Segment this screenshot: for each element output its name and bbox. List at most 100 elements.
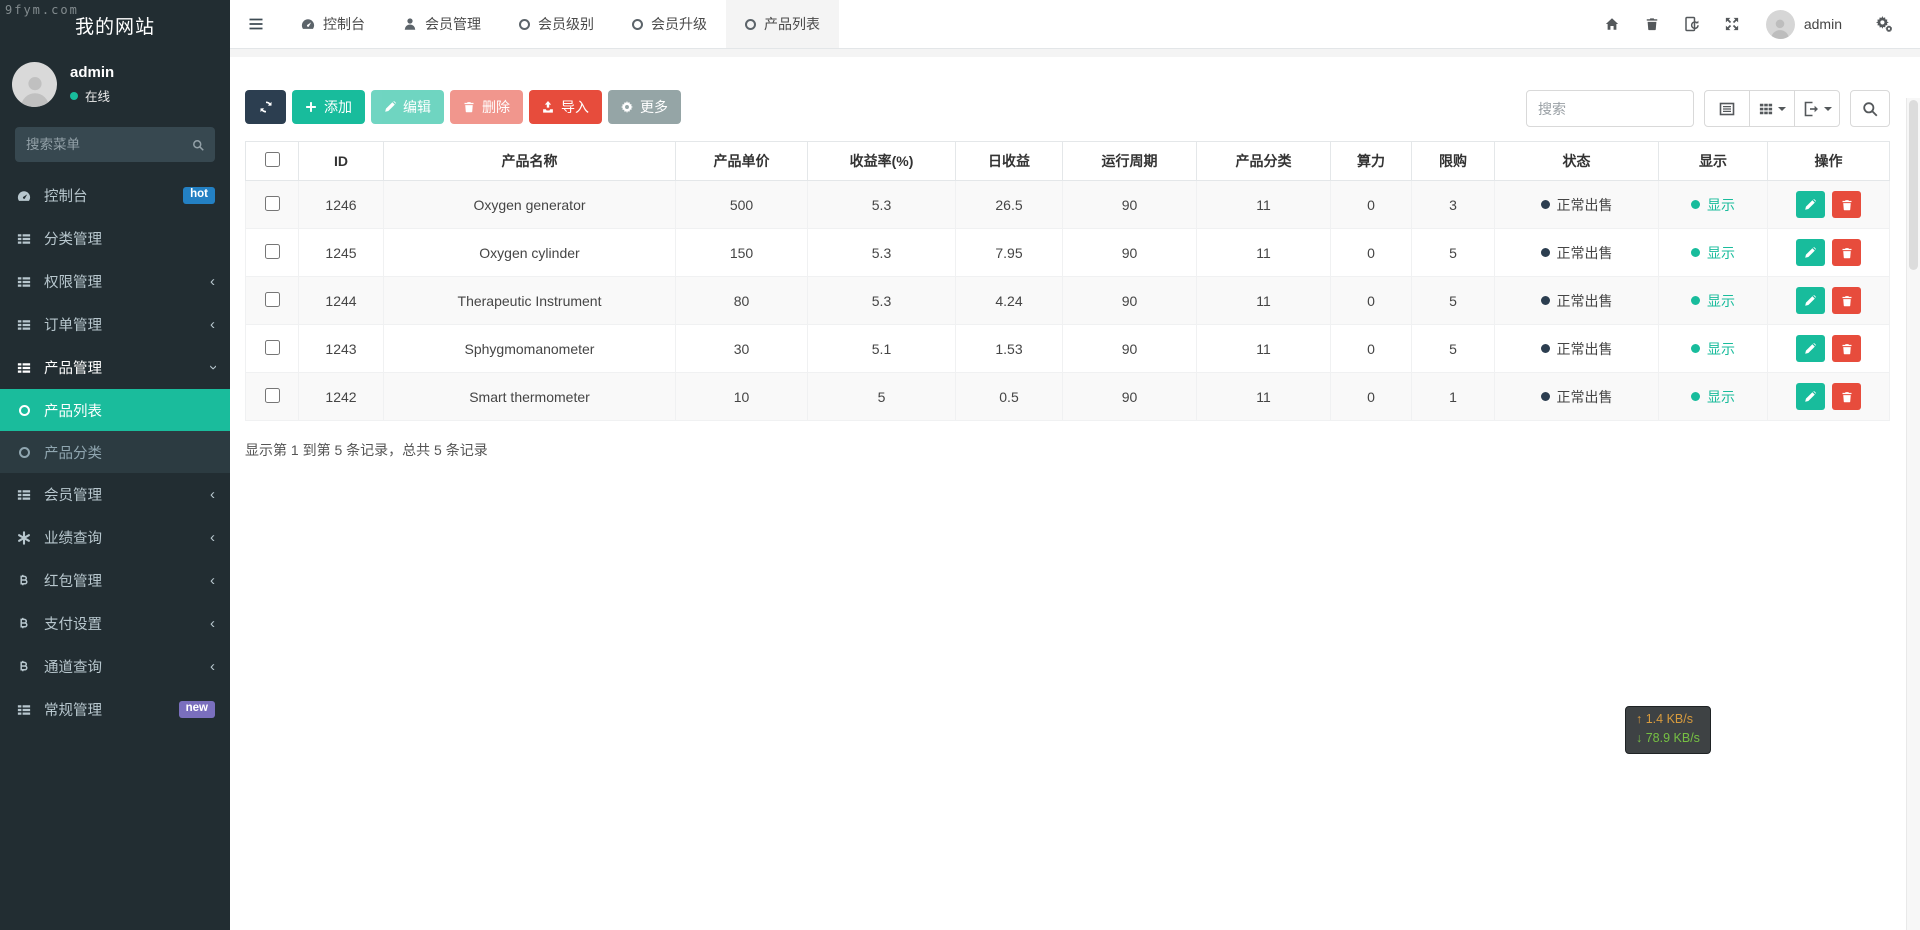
row-edit-button[interactable] xyxy=(1796,287,1825,314)
status-badge: 正常出售 xyxy=(1541,291,1613,311)
display-badge[interactable]: 显示 xyxy=(1691,195,1735,215)
detail-view-icon xyxy=(1719,101,1735,117)
sidebar-item-permission-mgmt[interactable]: 权限管理 ‹ xyxy=(0,260,230,303)
sidebar-item-product-category[interactable]: 产品分类 xyxy=(0,431,230,473)
sidebar-item-product-list[interactable]: 产品列表 xyxy=(0,389,230,431)
table-row: 1242 Smart thermometer 10 5 0.5 90 11 0 … xyxy=(246,373,1890,421)
row-checkbox[interactable] xyxy=(265,388,280,403)
column-header[interactable]: 显示 xyxy=(1659,142,1768,181)
chevron-down-icon: ‹ xyxy=(205,365,220,370)
column-header[interactable]: 日收益 xyxy=(956,142,1063,181)
cell-id: 1242 xyxy=(299,373,384,421)
cell-daily: 1.53 xyxy=(956,325,1063,373)
sidebar-item-category-mgmt[interactable]: 分类管理 xyxy=(0,217,230,260)
row-checkbox[interactable] xyxy=(265,340,280,355)
tab-member-level[interactable]: 会员级别 xyxy=(500,0,613,48)
status-dot-icon xyxy=(1541,344,1550,353)
avatar xyxy=(12,62,57,107)
column-header[interactable]: 算力 xyxy=(1331,142,1412,181)
row-checkbox[interactable] xyxy=(265,244,280,259)
row-edit-button[interactable] xyxy=(1796,239,1825,266)
tab-product-list[interactable]: 产品列表 xyxy=(726,0,839,48)
add-button[interactable]: 添加 xyxy=(292,90,365,124)
column-header[interactable]: 操作 xyxy=(1768,142,1890,181)
fullscreen-button[interactable] xyxy=(1712,0,1752,49)
settings-button[interactable] xyxy=(1864,0,1904,49)
row-delete-button[interactable] xyxy=(1832,287,1861,314)
table-row: 1244 Therapeutic Instrument 80 5.3 4.24 … xyxy=(246,277,1890,325)
sidebar-item-label: 产品列表 xyxy=(44,400,102,421)
sidebar-item-redpacket-mgmt[interactable]: 红包管理 ‹ xyxy=(0,559,230,602)
column-header[interactable]: 产品名称 xyxy=(384,142,676,181)
scrollbar[interactable] xyxy=(1906,98,1920,930)
columns-button[interactable] xyxy=(1749,90,1795,127)
column-header[interactable]: 产品分类 xyxy=(1197,142,1331,181)
column-header[interactable]: 运行周期 xyxy=(1063,142,1197,181)
row-checkbox[interactable] xyxy=(265,196,280,211)
sidebar-item-member-mgmt[interactable]: 会员管理 ‹ xyxy=(0,473,230,516)
tab-dashboard[interactable]: 控制台 xyxy=(282,0,384,48)
sidebar-item-label: 权限管理 xyxy=(44,271,102,292)
row-edit-button[interactable] xyxy=(1796,383,1825,410)
display-badge[interactable]: 显示 xyxy=(1691,291,1735,311)
sidebar-toggle-button[interactable] xyxy=(230,0,282,48)
cell-category: 11 xyxy=(1197,229,1331,277)
detail-view-button[interactable] xyxy=(1704,90,1750,127)
export-button[interactable] xyxy=(1794,90,1840,127)
trash-icon xyxy=(463,101,475,113)
table-search-input[interactable] xyxy=(1526,90,1694,127)
tab-member-mgmt[interactable]: 会员管理 xyxy=(384,0,500,48)
cell-name: Smart thermometer xyxy=(384,373,676,421)
column-header[interactable]: 产品单价 xyxy=(676,142,808,181)
search-submit-button[interactable] xyxy=(1850,90,1890,127)
navbar-avatar[interactable] xyxy=(1766,10,1795,39)
status-dot-icon xyxy=(1541,296,1550,305)
row-edit-button[interactable] xyxy=(1796,335,1825,362)
tab-label: 会员级别 xyxy=(538,14,594,34)
sidebar: 9fym.com 我的网站 admin 在线 控制台 hot 分类管理 xyxy=(0,0,230,930)
bitcoin-icon xyxy=(15,574,33,588)
delete-button[interactable]: 删除 xyxy=(450,90,523,124)
row-edit-button[interactable] xyxy=(1796,191,1825,218)
sidebar-item-performance-query[interactable]: 业绩查询 ‹ xyxy=(0,516,230,559)
column-header[interactable]: 收益率(%) xyxy=(808,142,956,181)
row-delete-button[interactable] xyxy=(1832,239,1861,266)
refresh-page-button[interactable] xyxy=(1672,0,1712,49)
menu-search-input[interactable] xyxy=(26,137,184,152)
row-delete-button[interactable] xyxy=(1832,383,1861,410)
cell-id: 1245 xyxy=(299,229,384,277)
row-checkbox[interactable] xyxy=(265,292,280,307)
display-badge[interactable]: 显示 xyxy=(1691,387,1735,407)
refresh-button[interactable] xyxy=(245,90,286,124)
display-dot-icon xyxy=(1691,296,1700,305)
display-badge[interactable]: 显示 xyxy=(1691,339,1735,359)
sidebar-item-order-mgmt[interactable]: 订单管理 ‹ xyxy=(0,303,230,346)
edit-button[interactable]: 编辑 xyxy=(371,90,444,124)
display-badge[interactable]: 显示 xyxy=(1691,243,1735,263)
cell-name: Oxygen generator xyxy=(384,181,676,229)
scrollbar-thumb[interactable] xyxy=(1909,100,1918,270)
sidebar-item-general-mgmt[interactable]: 常规管理 new xyxy=(0,688,230,731)
select-all-checkbox[interactable] xyxy=(265,152,280,167)
sidebar-item-payment-settings[interactable]: 支付设置 ‹ xyxy=(0,602,230,645)
sidebar-item-product-mgmt[interactable]: 产品管理 ‹ xyxy=(0,346,230,389)
column-header[interactable]: 限购 xyxy=(1412,142,1495,181)
navbar-username[interactable]: admin xyxy=(1804,16,1842,32)
more-button[interactable]: 更多 xyxy=(608,90,681,124)
down-arrow-icon: ↓ xyxy=(1636,731,1642,745)
sidebar-item-channel-query[interactable]: 通道查询 ‹ xyxy=(0,645,230,688)
column-header[interactable]: ID xyxy=(299,142,384,181)
row-delete-button[interactable] xyxy=(1832,191,1861,218)
column-header[interactable]: 状态 xyxy=(1495,142,1659,181)
search-icon[interactable] xyxy=(192,139,204,151)
cell-power: 0 xyxy=(1331,277,1412,325)
tab-member-upgrade[interactable]: 会员升级 xyxy=(613,0,726,48)
sidebar-item-dashboard[interactable]: 控制台 hot xyxy=(0,174,230,217)
home-button[interactable] xyxy=(1592,0,1632,49)
row-delete-button[interactable] xyxy=(1832,335,1861,362)
status-badge: 正常出售 xyxy=(1541,243,1613,263)
clear-cache-button[interactable] xyxy=(1632,0,1672,49)
chevron-left-icon: ‹ xyxy=(210,317,215,332)
view-toggle-group xyxy=(1704,90,1840,127)
import-button[interactable]: 导入 xyxy=(529,90,602,124)
